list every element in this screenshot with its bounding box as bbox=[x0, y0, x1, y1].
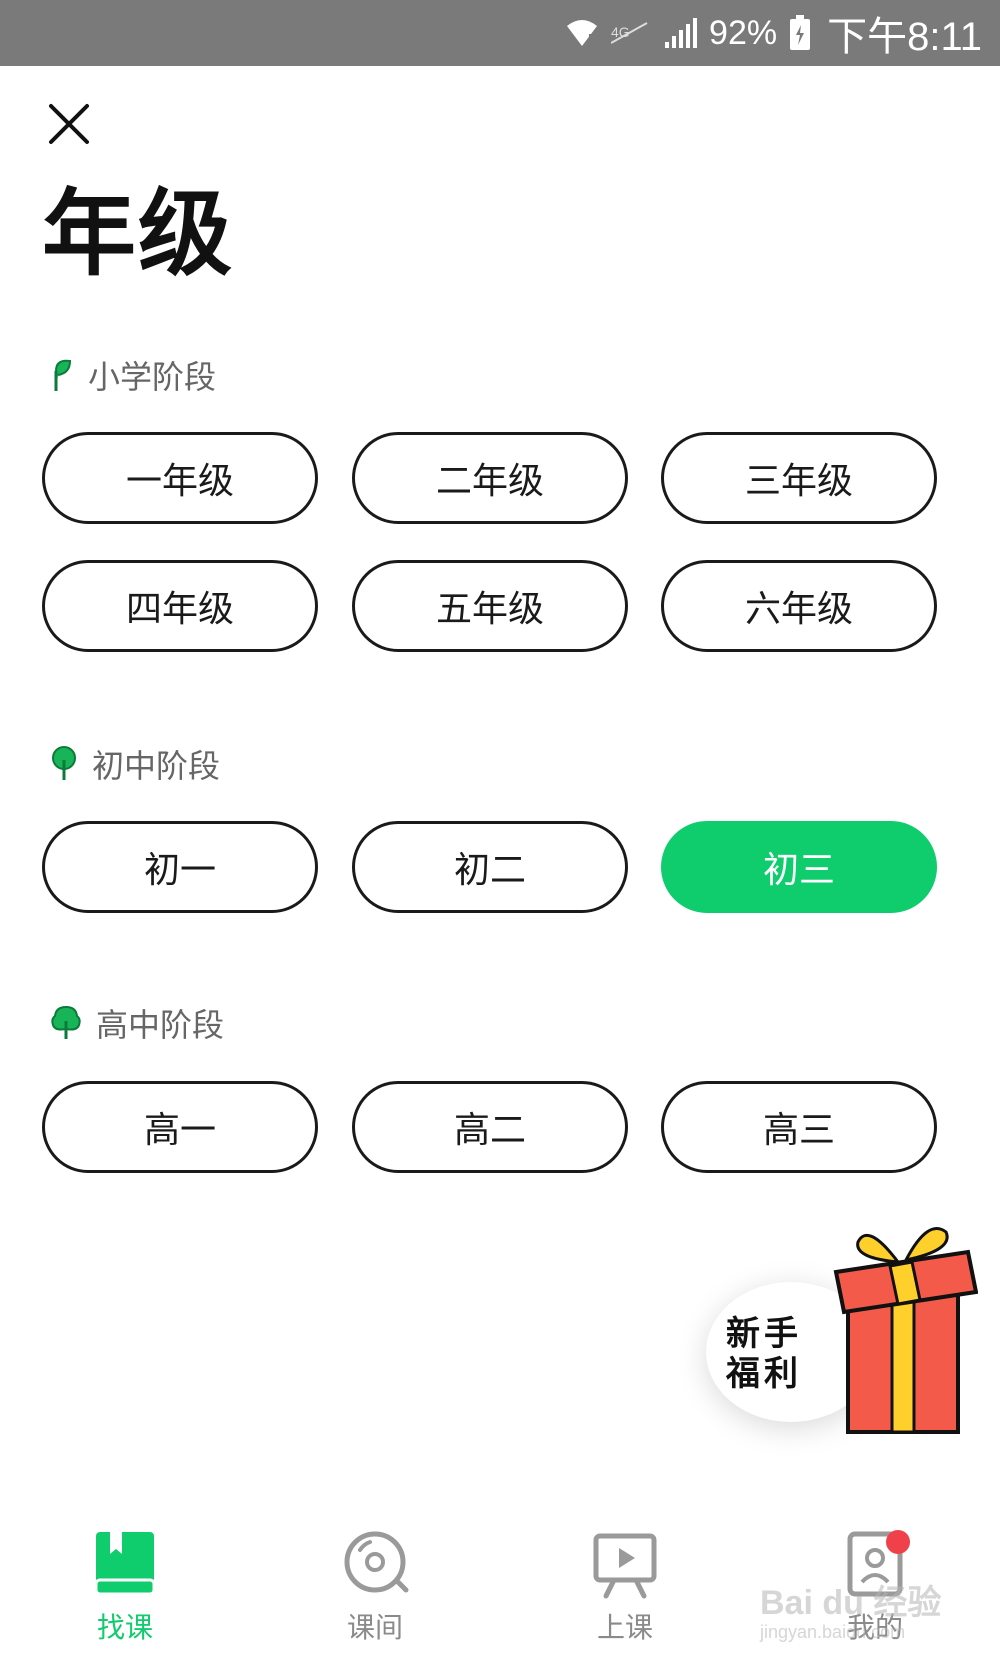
newbie-gift-button[interactable]: 新手 福利 bbox=[678, 1222, 978, 1442]
nav-label: 课间 bbox=[346, 1611, 403, 1644]
gift-box-icon bbox=[833, 1227, 978, 1434]
section-junior-label: 初中阶段 bbox=[50, 742, 220, 786]
gift-text: 新手 福利 bbox=[726, 1314, 836, 1394]
grade-button-5[interactable]: 五年级 bbox=[352, 560, 628, 652]
disc-icon bbox=[344, 1531, 409, 1593]
section-primary-label: 小学阶段 bbox=[50, 353, 216, 397]
notification-badge bbox=[886, 1530, 910, 1554]
grade-button-senior-1[interactable]: 高一 bbox=[42, 1081, 318, 1173]
bottom-navigation: 找课 课间 上课 我的 bbox=[0, 1510, 1000, 1661]
battery-percent: 92% bbox=[709, 13, 778, 52]
section-senior-label: 高中阶段 bbox=[50, 1001, 224, 1045]
grade-button-2[interactable]: 二年级 bbox=[352, 432, 628, 524]
nav-label: 我的 bbox=[846, 1611, 903, 1644]
grade-button-3[interactable]: 三年级 bbox=[661, 432, 937, 524]
gift-text-line-1: 新手 bbox=[726, 1314, 802, 1354]
page-title: 年级 bbox=[42, 180, 235, 289]
nav-label: 找课 bbox=[96, 1611, 153, 1644]
nav-break[interactable]: 课间 bbox=[300, 1528, 450, 1658]
sapling-icon bbox=[52, 746, 76, 780]
clock: 下午8:11 bbox=[827, 15, 982, 59]
status-indicators: 4G 92% 下午8:11 bbox=[565, 0, 982, 66]
section-title: 高中阶段 bbox=[96, 1006, 225, 1044]
grade-button-4[interactable]: 四年级 bbox=[42, 560, 318, 652]
grade-button-junior-2[interactable]: 初二 bbox=[352, 821, 628, 913]
grade-button-senior-2[interactable]: 高二 bbox=[352, 1081, 628, 1173]
wifi-icon bbox=[565, 16, 599, 50]
grade-button-6[interactable]: 六年级 bbox=[661, 560, 937, 652]
close-icon bbox=[49, 104, 89, 144]
grade-button-junior-1[interactable]: 初一 bbox=[42, 821, 318, 913]
nav-mine[interactable]: 我的 bbox=[800, 1528, 950, 1658]
tree-icon bbox=[51, 1005, 81, 1039]
network-4g-icon: 4G bbox=[611, 19, 651, 47]
grade-button-junior-3[interactable]: 初三 bbox=[661, 821, 937, 913]
battery-icon bbox=[789, 15, 811, 51]
play-board-icon bbox=[593, 1533, 657, 1599]
gift-text-line-2: 福利 bbox=[726, 1354, 802, 1394]
signal-icon bbox=[663, 16, 698, 50]
grade-selection-screen: 4G 92% 下午8:11 年级 小学阶段 一年级 二年级 三年级 四年级 五年… bbox=[0, 0, 1000, 1661]
section-title: 初中阶段 bbox=[92, 747, 221, 785]
nav-label: 上课 bbox=[596, 1611, 653, 1644]
grade-button-1[interactable]: 一年级 bbox=[42, 432, 318, 524]
grade-button-senior-3[interactable]: 高三 bbox=[661, 1081, 937, 1173]
nav-find-course[interactable]: 找课 bbox=[50, 1528, 200, 1658]
sprout-icon bbox=[54, 359, 72, 391]
close-button[interactable] bbox=[40, 95, 98, 153]
nav-attend-class[interactable]: 上课 bbox=[550, 1528, 700, 1658]
status-bar: 4G 92% 下午8:11 bbox=[0, 0, 1000, 66]
book-icon bbox=[94, 1532, 156, 1596]
section-title: 小学阶段 bbox=[88, 358, 217, 396]
